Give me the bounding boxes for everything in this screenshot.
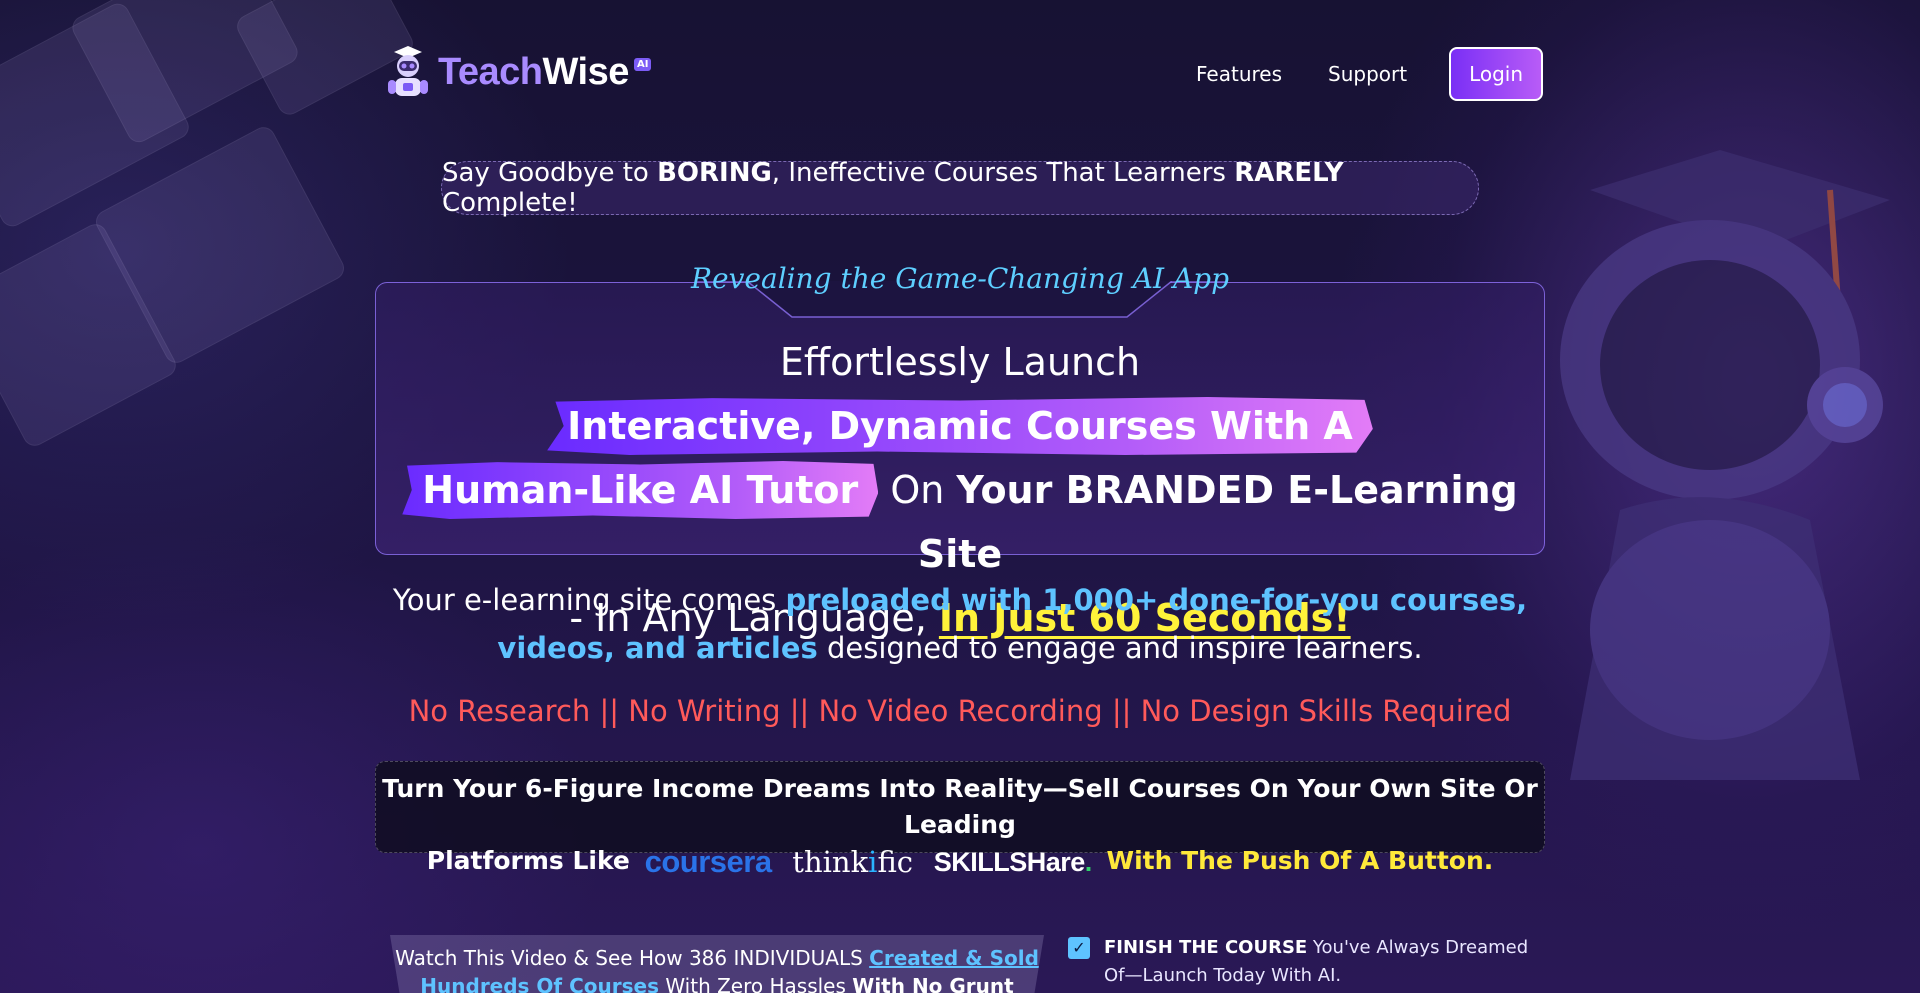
skillshare-logo-text: SKILLSHare — [933, 847, 1086, 877]
video-caption-text: Watch This Video & See How 386 INDIVIDUA… — [395, 946, 870, 970]
checkbox-checked-icon: ✓ — [1068, 937, 1090, 959]
thinkific-logo: thinkific — [792, 844, 913, 880]
tagline-part: Say Goodbye to — [442, 158, 658, 188]
robot-mascot-icon — [388, 46, 428, 96]
hero-highlight-1: Interactive, Dynamic Courses With A — [547, 397, 1373, 455]
brand-name: TeachWise — [438, 51, 629, 94]
tagline-bold: RARELY — [1234, 158, 1344, 188]
checklist-text: FINISH THE COURSE You've Always Dreamed … — [1104, 934, 1538, 990]
robot-tutor-illustration — [1560, 150, 1890, 780]
description-part: designed to engage and inspire learners. — [817, 631, 1423, 665]
skillshare-logo-dot: . — [1084, 847, 1093, 877]
description-part: Your e-learning site comes — [392, 583, 786, 617]
hero-subtitle: Revealing the Game-Changing AI App — [690, 262, 1230, 295]
nav-features-link[interactable]: Features — [1196, 62, 1282, 86]
description-text: Your e-learning site comes preloaded wit… — [380, 576, 1540, 672]
top-nav: Features Support Login — [1196, 47, 1544, 101]
tagline-pill: Say Goodbye to BORING, Ineffective Cours… — [441, 158, 1479, 218]
income-line-2: Platforms Like coursera thinkific SKILLS… — [376, 843, 1544, 880]
thinkific-logo-part: fic — [877, 845, 914, 879]
tagline-part: Complete! — [442, 188, 578, 218]
tagline-text: Say Goodbye to BORING, Ineffective Cours… — [442, 158, 1478, 218]
tagline-part: , Ineffective Courses That Learners — [771, 158, 1235, 188]
tagline-bold: BORING — [657, 158, 772, 188]
hero-highlight-2: Human-Like AI Tutor — [402, 461, 879, 519]
hero-text-plain: On — [878, 468, 957, 512]
thinkific-logo-part: think — [792, 845, 869, 879]
video-caption-card: Watch This Video & See How 386 INDIVIDUA… — [390, 935, 1044, 993]
checklist-item: ✓ FINISH THE COURSE You've Always Dreame… — [1068, 934, 1538, 990]
skillshare-logo: SKILLSHare. — [933, 844, 1093, 880]
income-line-2-end: With The Push Of A Button. — [1106, 846, 1494, 875]
income-banner: Turn Your 6-Figure Income Dreams Into Re… — [375, 761, 1545, 879]
brand-name-teach: Teach — [438, 50, 543, 93]
login-button[interactable]: Login — [1449, 47, 1544, 101]
checklist-bold: FINISH THE COURSE — [1104, 937, 1308, 958]
hero-text-bold: Your BRANDED E-Learning Site — [917, 468, 1518, 576]
income-line-2-start: Platforms Like — [426, 846, 630, 875]
coursera-logo: coursera — [644, 844, 772, 879]
video-caption-text: With Zero Hassles — [658, 974, 853, 993]
no-requirements-text: No Research || No Writing || No Video Re… — [408, 694, 1512, 728]
nav-support-link[interactable]: Support — [1328, 62, 1407, 86]
brand-logo[interactable]: TeachWise AI — [386, 44, 652, 100]
brand-name-wise: Wise — [542, 50, 630, 93]
income-line-1: Turn Your 6-Figure Income Dreams Into Re… — [382, 774, 1538, 839]
hero-text-plain: Effortlessly Launch — [779, 340, 1141, 384]
ai-badge: AI — [634, 58, 652, 71]
